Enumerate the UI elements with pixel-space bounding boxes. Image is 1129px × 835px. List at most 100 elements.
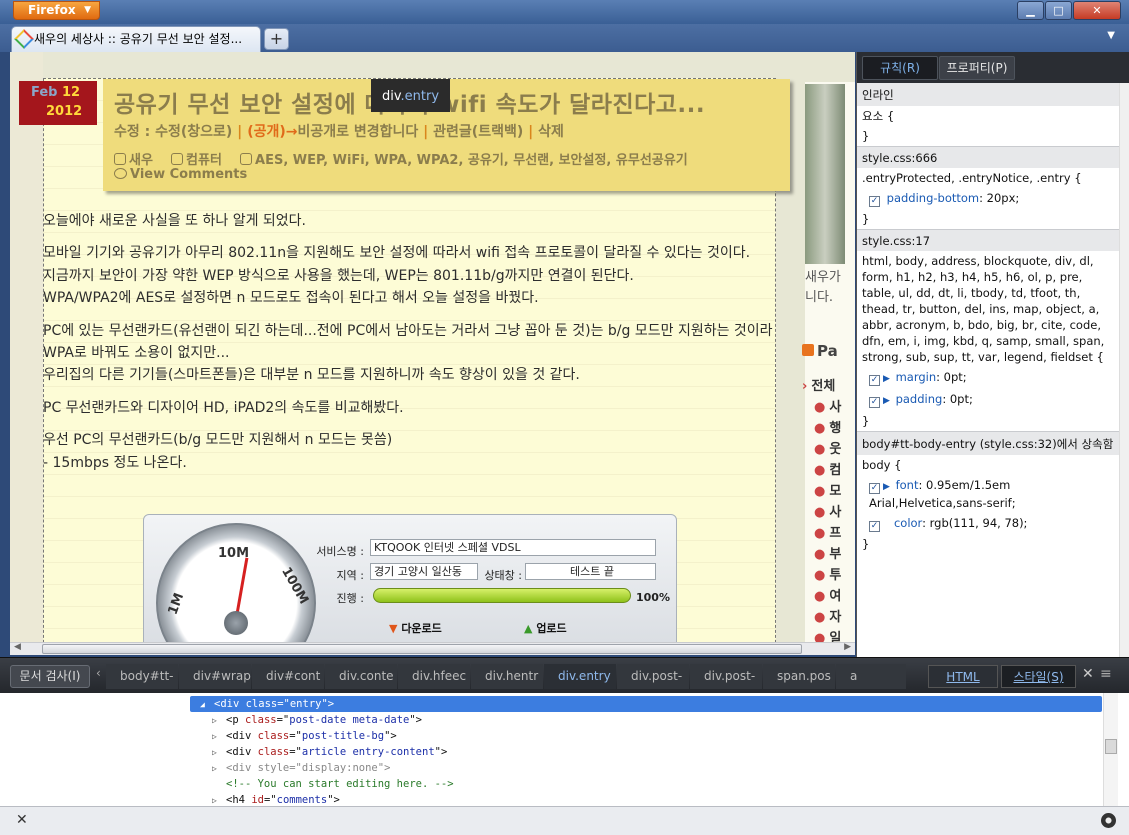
css-value[interactable]: : rgb(111, 94, 78); [922,516,1027,530]
breadcrumb-item[interactable]: div.conte [325,664,397,689]
css-declaration[interactable]: ✓ color: rgb(111, 94, 78); [857,513,1120,534]
rule-selector[interactable]: body { [857,455,1120,475]
markup-node[interactable]: ▷ <div class="post-title-bg"> [190,728,1102,744]
breadcrumb-item-selected[interactable]: div.entry [544,664,616,689]
html-panel-button[interactable]: HTML [928,665,998,688]
close-devtools-icon[interactable]: ✕ [1082,666,1094,682]
declaration-checkbox[interactable]: ✓ [869,521,880,532]
css-declaration[interactable]: ✓ ▶ padding: 0pt; [857,389,1120,411]
addon-status-icon[interactable] [1101,813,1116,828]
side-panel-scrollbar[interactable] [1119,83,1129,657]
publish-toggle-tail[interactable]: 비공개로 변경합니다 [297,124,418,140]
tab-properties[interactable]: 프로퍼티(P) [939,56,1015,80]
breadcrumb-item[interactable]: div.hentr [471,664,543,689]
list-all-tabs-icon[interactable]: ▼ [1107,30,1115,41]
sidebar-category[interactable]: ● 자 [802,607,841,628]
sidebar-category[interactable]: ● 투 [802,565,841,586]
declaration-checkbox[interactable]: ✓ [869,375,880,386]
rule-selector[interactable]: 요소 { [857,106,1120,126]
css-value[interactable]: : 0.95em/1.5em Arial,Helvetica,sans-seri… [869,478,1016,510]
scroll-right-icon[interactable]: ▶ [844,642,851,652]
page-horizontal-scrollbar[interactable]: ◀ ▶ [10,642,855,655]
view-comments-link[interactable]: View Comments [114,167,247,182]
post-author[interactable]: 새우 [129,153,153,168]
sidebar-category[interactable]: ● 모 [802,481,841,502]
scrollbar-thumb[interactable] [42,644,802,654]
css-declaration[interactable]: ✓ ▶ font: 0.95em/1.5em Arial,Helvetica,sa… [857,475,1120,513]
expand-twisty-icon[interactable]: ▶ [883,396,890,406]
publish-toggle-link[interactable]: (공개)→ [247,124,297,140]
expand-twisty-icon[interactable]: ▷ [212,729,226,745]
css-declaration[interactable]: ✓ ▶ margin: 0pt; [857,367,1120,389]
expand-twisty-icon[interactable]: ▷ [212,761,226,777]
sidebar-category[interactable]: ● 사 [802,502,841,523]
maximize-button[interactable]: □ [1045,1,1072,20]
bullet-icon: ● [814,484,826,499]
breadcrumb-item[interactable]: a [836,664,906,689]
rule-source-link[interactable]: style.css:17 [857,229,1120,251]
rule-selector[interactable]: html, body, address, blockquote, div, dl… [857,251,1120,367]
style-panel-button[interactable]: 스타일(S) [1001,665,1076,688]
sidebar-category[interactable]: ● 컴 [802,460,841,481]
collapse-twisty-icon[interactable]: ◢ [200,697,214,713]
scroll-left-icon[interactable]: ◀ [14,642,21,652]
breadcrumb-item[interactable]: div.post- [617,664,689,689]
expand-twisty-icon[interactable]: ▶ [883,374,890,384]
sidebar-category[interactable]: ● 부 [802,544,841,565]
declaration-checkbox[interactable]: ✓ [869,397,880,408]
trackback-link[interactable]: 관련글(트랙백) [433,124,523,140]
expand-twisty-icon[interactable]: ▶ [883,482,890,492]
sidebar-category[interactable]: ● 웃 [802,439,841,460]
edit-link[interactable]: 수정(창으로) [155,124,232,140]
markup-node[interactable]: ▷ <p class="post-date meta-date"> [190,712,1102,728]
rule-source-link[interactable]: style.css:666 [857,146,1120,168]
sidebar-category[interactable]: › 전체 [802,376,841,397]
css-property[interactable]: color [894,516,922,530]
devtools-menu-icon[interactable]: ≡ [1100,666,1112,682]
post-tags[interactable]: AES, WEP, WiFi, WPA, WPA2, 공유기, 무선랜, 보안설… [255,153,688,168]
breadcrumb-item[interactable]: span.pos [763,664,835,689]
breadcrumb-item[interactable]: div#cont [252,664,324,689]
browser-tab[interactable]: 새우의 세상사 :: 공유기 무선 보안 설정... [11,26,261,52]
new-tab-button[interactable]: + [264,28,289,50]
css-value[interactable]: : 20px; [979,191,1019,205]
close-window-button[interactable]: ✕ [1073,1,1121,20]
css-value[interactable]: : 0pt; [942,392,973,406]
expand-twisty-icon[interactable]: ▷ [212,713,226,729]
scrollbar-thumb[interactable] [1105,739,1117,754]
breadcrumb-item[interactable]: div.post- [690,664,762,689]
expand-twisty-icon[interactable]: ▷ [212,745,226,761]
firefox-menu-button[interactable]: Firefox ▼ [13,1,100,20]
delete-link[interactable]: 삭제 [538,124,564,140]
tab-rules[interactable]: 규칙(R) [862,56,938,80]
css-property[interactable]: font [896,478,919,492]
sidebar-category[interactable]: ● 사 [802,397,841,418]
sidebar-category[interactable]: ● 행 [802,418,841,439]
inspect-button[interactable]: 문서 검사(I) [10,665,90,688]
markup-node[interactable]: ▷ <div style="display:none"> [190,760,1102,776]
rule-selector[interactable]: .entryProtected, .entryNotice, .entry { [857,168,1120,188]
css-property[interactable]: margin [896,370,937,384]
sidebar-category[interactable]: ● 여 [802,586,841,607]
css-value[interactable]: : 0pt; [936,370,967,384]
markup-comment[interactable]: <!-- You can start editing here. --> [190,776,1102,792]
declaration-checkbox[interactable]: ✓ [869,483,880,494]
close-addon-bar-icon[interactable]: ✕ [16,812,28,828]
declaration-checkbox[interactable]: ✓ [869,196,880,207]
breadcrumb-item[interactable]: div.hfeec [398,664,470,689]
sidebar-category[interactable]: ● 일 [802,628,841,642]
breadcrumb-item[interactable]: body#tt- [106,664,178,689]
markup-node-selected[interactable]: ◢ <div class="entry"> [190,696,1102,712]
breadcrumb-item[interactable]: div#wrap [179,664,251,689]
bullet-icon: ● [814,589,826,604]
inherited-header[interactable]: body#tt-body-entry (style.css:32)에서 상속함 [857,431,1120,455]
css-property[interactable]: padding [896,392,943,406]
css-property[interactable]: padding-bottom [887,191,979,205]
css-declaration[interactable]: ✓ padding-bottom: 20px; [857,188,1120,209]
sidebar-category[interactable]: ● 프 [802,523,841,544]
markup-node[interactable]: ▷ <div class="article entry-content"> [190,744,1102,760]
markup-scrollbar[interactable] [1103,693,1118,806]
minimize-button[interactable]: ▁ [1017,1,1044,20]
post-category[interactable]: 컴퓨터 [186,153,222,168]
breadcrumb-scroll-left-icon[interactable]: ‹ [96,666,101,680]
